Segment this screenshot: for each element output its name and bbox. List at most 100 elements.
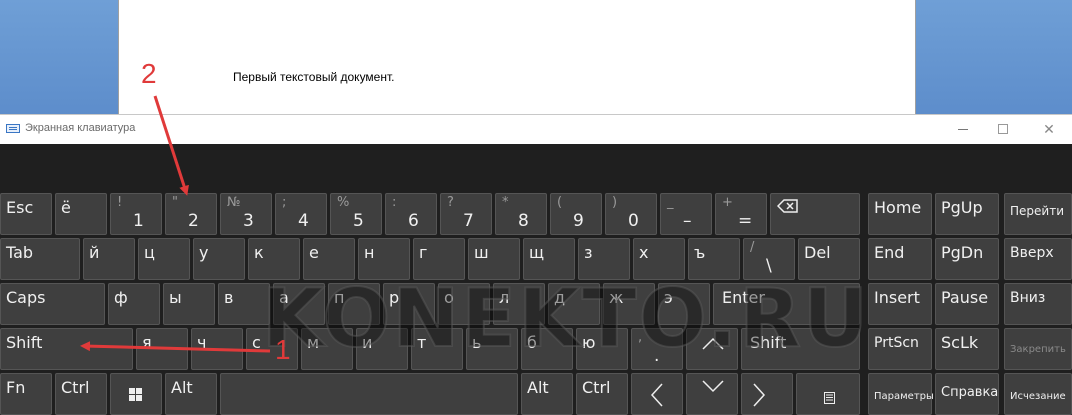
key-7[interactable]: ? 7 bbox=[440, 193, 492, 235]
annotation-number-1: 1 bbox=[275, 334, 291, 365]
key-home[interactable]: Home bbox=[868, 193, 932, 235]
key-sclk[interactable]: ScLk bbox=[935, 328, 999, 370]
key-alt-right[interactable]: Alt bbox=[521, 373, 573, 415]
key-shift-label: " bbox=[172, 195, 178, 210]
key-label: й bbox=[89, 243, 100, 262]
key-5[interactable]: % 5 bbox=[330, 193, 382, 235]
key-fn[interactable]: Fn bbox=[0, 373, 52, 415]
watermark: KONEKTO.RU bbox=[261, 271, 870, 366]
key-2[interactable]: " 2 bbox=[165, 193, 217, 235]
key-label: к bbox=[254, 243, 264, 262]
key-options[interactable]: Параметры bbox=[868, 373, 934, 415]
key-0[interactable]: ) 0 bbox=[605, 193, 657, 235]
key-label: ъ bbox=[694, 243, 706, 262]
key-label: Вверх bbox=[1010, 245, 1054, 261]
key-label: PgUp bbox=[941, 198, 983, 217]
key-fade[interactable]: Исчезание bbox=[1004, 373, 1072, 415]
key-e[interactable]: у bbox=[193, 238, 245, 280]
key-pgup[interactable]: PgUp bbox=[935, 193, 999, 235]
key-s[interactable]: ы bbox=[163, 283, 215, 325]
key-pgdn[interactable]: PgDn bbox=[935, 238, 999, 280]
backspace-icon bbox=[777, 199, 798, 213]
key-z[interactable]: я bbox=[136, 328, 188, 370]
key-x[interactable]: ч bbox=[191, 328, 243, 370]
key-equals[interactable]: + = bbox=[715, 193, 767, 235]
minimize-icon bbox=[958, 129, 968, 130]
key-end[interactable]: End bbox=[868, 238, 932, 280]
key-label: 3 bbox=[243, 211, 254, 231]
key-4[interactable]: ; 4 bbox=[275, 193, 327, 235]
chevron-left-icon bbox=[650, 383, 663, 407]
key-menu[interactable] bbox=[796, 373, 860, 415]
key-minus[interactable]: _ – bbox=[660, 193, 712, 235]
key-space[interactable] bbox=[220, 373, 518, 415]
key-3[interactable]: № 3 bbox=[220, 193, 272, 235]
key-label: с bbox=[252, 333, 261, 352]
window-title: Экранная клавиатура bbox=[25, 122, 136, 134]
key-ctrl-left[interactable]: Ctrl bbox=[55, 373, 107, 415]
key-down-nav[interactable]: Вниз bbox=[1004, 283, 1072, 325]
key-label: Закрепить bbox=[1010, 344, 1066, 355]
key-1[interactable]: ! 1 bbox=[110, 193, 162, 235]
key-label: Вниз bbox=[1010, 290, 1046, 306]
key-esc[interactable]: Esc bbox=[0, 193, 52, 235]
key-shift-label: ! bbox=[117, 195, 123, 210]
key-label: ScLk bbox=[941, 333, 979, 352]
key-backspace[interactable] bbox=[770, 193, 860, 235]
key-caps[interactable]: Caps bbox=[0, 283, 105, 325]
key-yo[interactable]: ё bbox=[55, 193, 107, 235]
key-6[interactable]: :6 bbox=[385, 193, 437, 235]
key-label: Shift bbox=[6, 333, 43, 352]
key-label: ш bbox=[474, 243, 489, 262]
key-up-nav[interactable]: Вверх bbox=[1004, 238, 1072, 280]
key-insert[interactable]: Insert bbox=[868, 283, 932, 325]
close-button[interactable]: ✕ bbox=[1039, 120, 1059, 138]
key-label: 1 bbox=[133, 211, 144, 231]
key-w[interactable]: ц bbox=[138, 238, 190, 280]
key-ctrl-right[interactable]: Ctrl bbox=[576, 373, 628, 415]
key-arrow-left[interactable] bbox=[631, 373, 683, 415]
maximize-icon bbox=[998, 124, 1008, 134]
key-shift-label: / bbox=[750, 240, 755, 255]
key-label: Alt bbox=[527, 378, 549, 397]
key-shift-left[interactable]: Shift bbox=[0, 328, 133, 370]
key-label: PgDn bbox=[941, 243, 984, 262]
key-label: 4 bbox=[298, 211, 309, 231]
key-arrow-down[interactable] bbox=[686, 373, 738, 415]
key-goto[interactable]: Перейти bbox=[1004, 193, 1072, 235]
key-lock[interactable]: Закрепить bbox=[1004, 328, 1072, 370]
key-tab[interactable]: Tab bbox=[0, 238, 80, 280]
key-windows[interactable] bbox=[110, 373, 162, 415]
key-label: Справка bbox=[941, 385, 999, 400]
key-label: = bbox=[738, 211, 753, 231]
keyboard-icon bbox=[6, 124, 20, 133]
key-shift-label: + bbox=[722, 195, 733, 210]
key-help[interactable]: Справка bbox=[935, 373, 999, 415]
key-label: Исчезание bbox=[1010, 391, 1066, 402]
key-a[interactable]: ф bbox=[108, 283, 160, 325]
key-shift-label: : bbox=[392, 195, 397, 210]
document-text: Первый текстовый документ. bbox=[233, 70, 395, 84]
key-label: Alt bbox=[171, 378, 193, 397]
key-9[interactable]: (9 bbox=[550, 193, 602, 235]
key-label: Ctrl bbox=[582, 378, 611, 397]
close-icon: ✕ bbox=[1043, 121, 1055, 137]
key-8[interactable]: * 8 bbox=[495, 193, 547, 235]
key-shift-label: № bbox=[227, 195, 241, 210]
key-label: 5 bbox=[353, 211, 364, 231]
maximize-button[interactable] bbox=[993, 120, 1013, 138]
key-label: н bbox=[364, 243, 375, 262]
key-prtscn[interactable]: PrtScn bbox=[868, 328, 932, 370]
key-label: Insert bbox=[874, 288, 920, 307]
minimize-button[interactable] bbox=[953, 120, 973, 138]
osk-titlebar[interactable]: Экранная клавиатура ✕ bbox=[0, 114, 1072, 144]
key-label: Caps bbox=[6, 288, 46, 307]
key-label: е bbox=[309, 243, 319, 262]
key-pause[interactable]: Pause bbox=[935, 283, 999, 325]
document-page[interactable]: Первый текстовый документ. bbox=[118, 0, 916, 115]
key-arrow-right[interactable] bbox=[741, 373, 793, 415]
key-alt-left[interactable]: Alt bbox=[165, 373, 217, 415]
key-label: я bbox=[142, 333, 152, 352]
key-q[interactable]: й bbox=[83, 238, 135, 280]
key-shift-label: % bbox=[337, 195, 350, 210]
